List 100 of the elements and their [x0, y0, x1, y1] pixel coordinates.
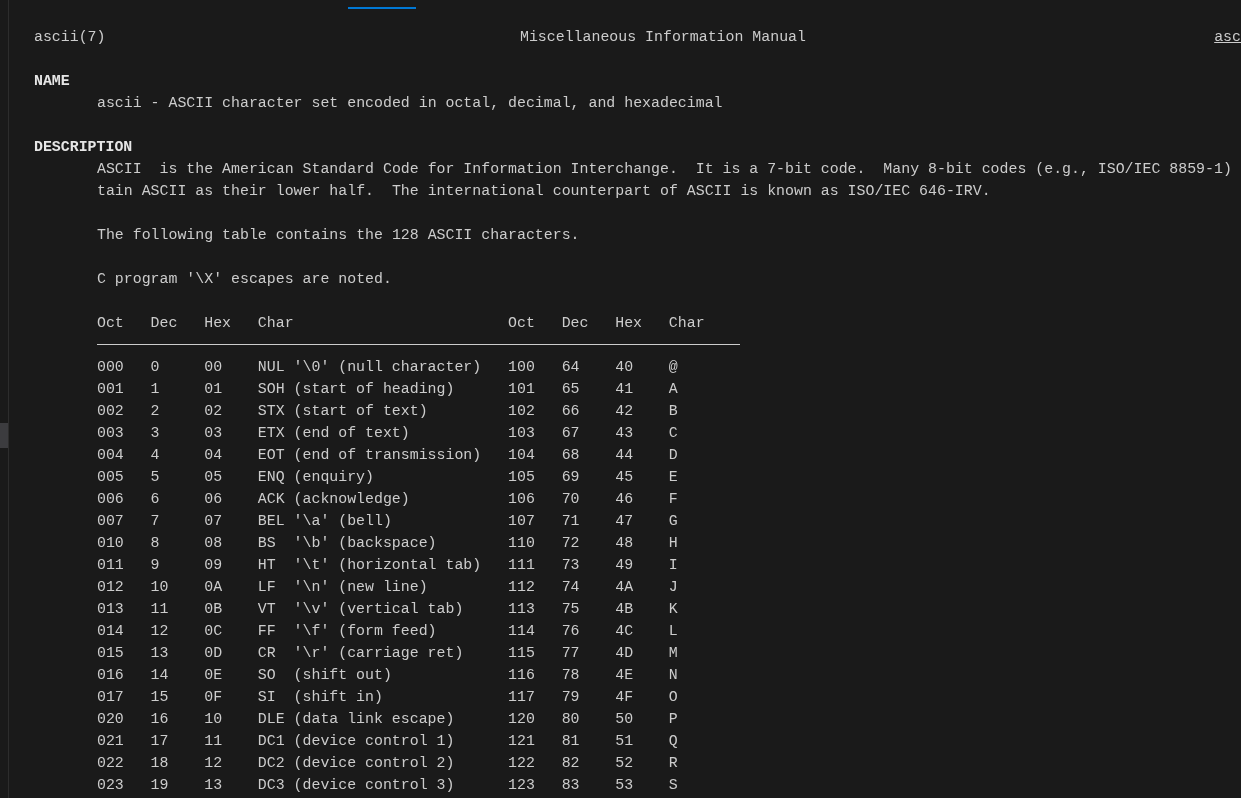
- table-cell: 0F: [204, 689, 223, 705]
- table-cell: J: [668, 579, 678, 595]
- table-cell: 103: [508, 425, 535, 441]
- table-cell: 82: [561, 755, 580, 771]
- table-cell: 7: [150, 513, 160, 529]
- table-cell: 011: [97, 557, 124, 573]
- table-cell: 021: [97, 733, 124, 749]
- table-cell: 6: [150, 491, 160, 507]
- table-cell: 07: [204, 513, 223, 529]
- table-cell: S: [668, 777, 678, 793]
- table-cell: 53: [615, 777, 634, 793]
- table-cell: 12: [150, 623, 169, 639]
- table-cell: B: [668, 403, 678, 419]
- table-cell: H: [668, 535, 678, 551]
- table-cell: E: [668, 469, 678, 485]
- table-cell: 83: [561, 777, 580, 793]
- table-cell: 72: [561, 535, 580, 551]
- table-cell: M: [668, 645, 678, 661]
- table-cell: 05: [204, 469, 223, 485]
- table-cell: 11: [204, 733, 223, 749]
- table-cell: 50: [615, 711, 634, 727]
- table-cell: 100: [508, 359, 535, 375]
- table-cell: 75: [561, 601, 580, 617]
- table-cell: 007: [97, 513, 124, 529]
- table-cell: 77: [561, 645, 580, 661]
- table-cell: 110: [508, 535, 535, 551]
- table-cell: 0B: [204, 601, 223, 617]
- table-cell: 08: [204, 535, 223, 551]
- column-header: Char: [668, 314, 706, 333]
- scrollbar-thumb[interactable]: [0, 423, 8, 448]
- table-cell: D: [668, 447, 678, 463]
- table-cell: 114: [508, 623, 535, 639]
- column-header: Hex: [204, 314, 233, 333]
- table-cell: 42: [615, 403, 634, 419]
- table-cell: 005: [97, 469, 124, 485]
- table-cell: 4E: [615, 667, 634, 683]
- table-cell: 03: [204, 425, 223, 441]
- table-cell: 8: [150, 535, 160, 551]
- section-heading: NAME: [34, 73, 70, 89]
- table-cell: 43: [615, 425, 634, 441]
- table-cell: HT '\t' (horizontal tab): [257, 557, 482, 573]
- table-cell: 47: [615, 513, 634, 529]
- table-cell: 4F: [615, 689, 634, 705]
- column-header: Hex: [615, 314, 644, 333]
- table-cell: 14: [150, 667, 169, 683]
- table-cell: 12: [204, 755, 223, 771]
- table-cell: 19: [150, 777, 169, 793]
- column-header: Oct: [508, 314, 536, 333]
- table-cell: 022: [97, 755, 124, 771]
- table-cell: 69: [561, 469, 580, 485]
- table-cell: BS '\b' (backspace): [257, 535, 437, 551]
- table-cell: 46: [615, 491, 634, 507]
- table-cell: 17: [150, 733, 169, 749]
- table-cell: 4C: [615, 623, 634, 639]
- paragraph-line: tain ASCII as their lower half. The international counterpart of ASCII is known as ISO/IEC 646-IRV.: [97, 183, 991, 199]
- table-cell: 73: [561, 557, 580, 573]
- table-cell: 111: [508, 557, 535, 573]
- table-cell: 0C: [204, 623, 223, 639]
- table-cell: L: [668, 623, 678, 639]
- table-cell: 65: [561, 381, 580, 397]
- table-cell: 11: [150, 601, 169, 617]
- table-cell: SO (shift out): [257, 667, 392, 683]
- column-header: Dec: [561, 314, 590, 333]
- table-cell: 117: [508, 689, 535, 705]
- column-header: Char: [257, 314, 295, 333]
- table-cell: 000: [97, 359, 124, 375]
- page-link[interactable]: asc: [1214, 26, 1241, 48]
- table-cell: 01: [204, 381, 223, 397]
- table-cell: BEL '\a' (bell): [257, 513, 392, 529]
- column-header: Oct: [97, 314, 125, 333]
- table-cell: 52: [615, 755, 634, 771]
- table-cell: K: [668, 601, 678, 617]
- table-cell: 2: [150, 403, 160, 419]
- table-cell: 102: [508, 403, 535, 419]
- table-cell: 68: [561, 447, 580, 463]
- table-cell: ETX (end of text): [257, 425, 410, 441]
- table-cell: 123: [508, 777, 535, 793]
- table-cell: G: [668, 513, 678, 529]
- table-cell: 101: [508, 381, 535, 397]
- table-cell: 116: [508, 667, 535, 683]
- table-cell: 67: [561, 425, 580, 441]
- table-cell: A: [668, 381, 678, 397]
- table-cell: 00: [204, 359, 223, 375]
- table-cell: STX (start of text): [257, 403, 428, 419]
- table-cell: EOT (end of transmission): [257, 447, 482, 463]
- table-cell: 0D: [204, 645, 223, 661]
- table-cell: 79: [561, 689, 580, 705]
- table-cell: 113: [508, 601, 535, 617]
- table-cell: 107: [508, 513, 535, 529]
- table-cell: 18: [150, 755, 169, 771]
- table-cell: 13: [150, 645, 169, 661]
- table-cell: Q: [668, 733, 678, 749]
- table-cell: 106: [508, 491, 535, 507]
- table-cell: 10: [204, 711, 223, 727]
- table-cell: DC2 (device control 2): [257, 755, 455, 771]
- table-cell: 105: [508, 469, 535, 485]
- table-cell: 122: [508, 755, 535, 771]
- column-header: Dec: [150, 314, 179, 333]
- table-cell: R: [668, 755, 678, 771]
- table-cell: 80: [561, 711, 580, 727]
